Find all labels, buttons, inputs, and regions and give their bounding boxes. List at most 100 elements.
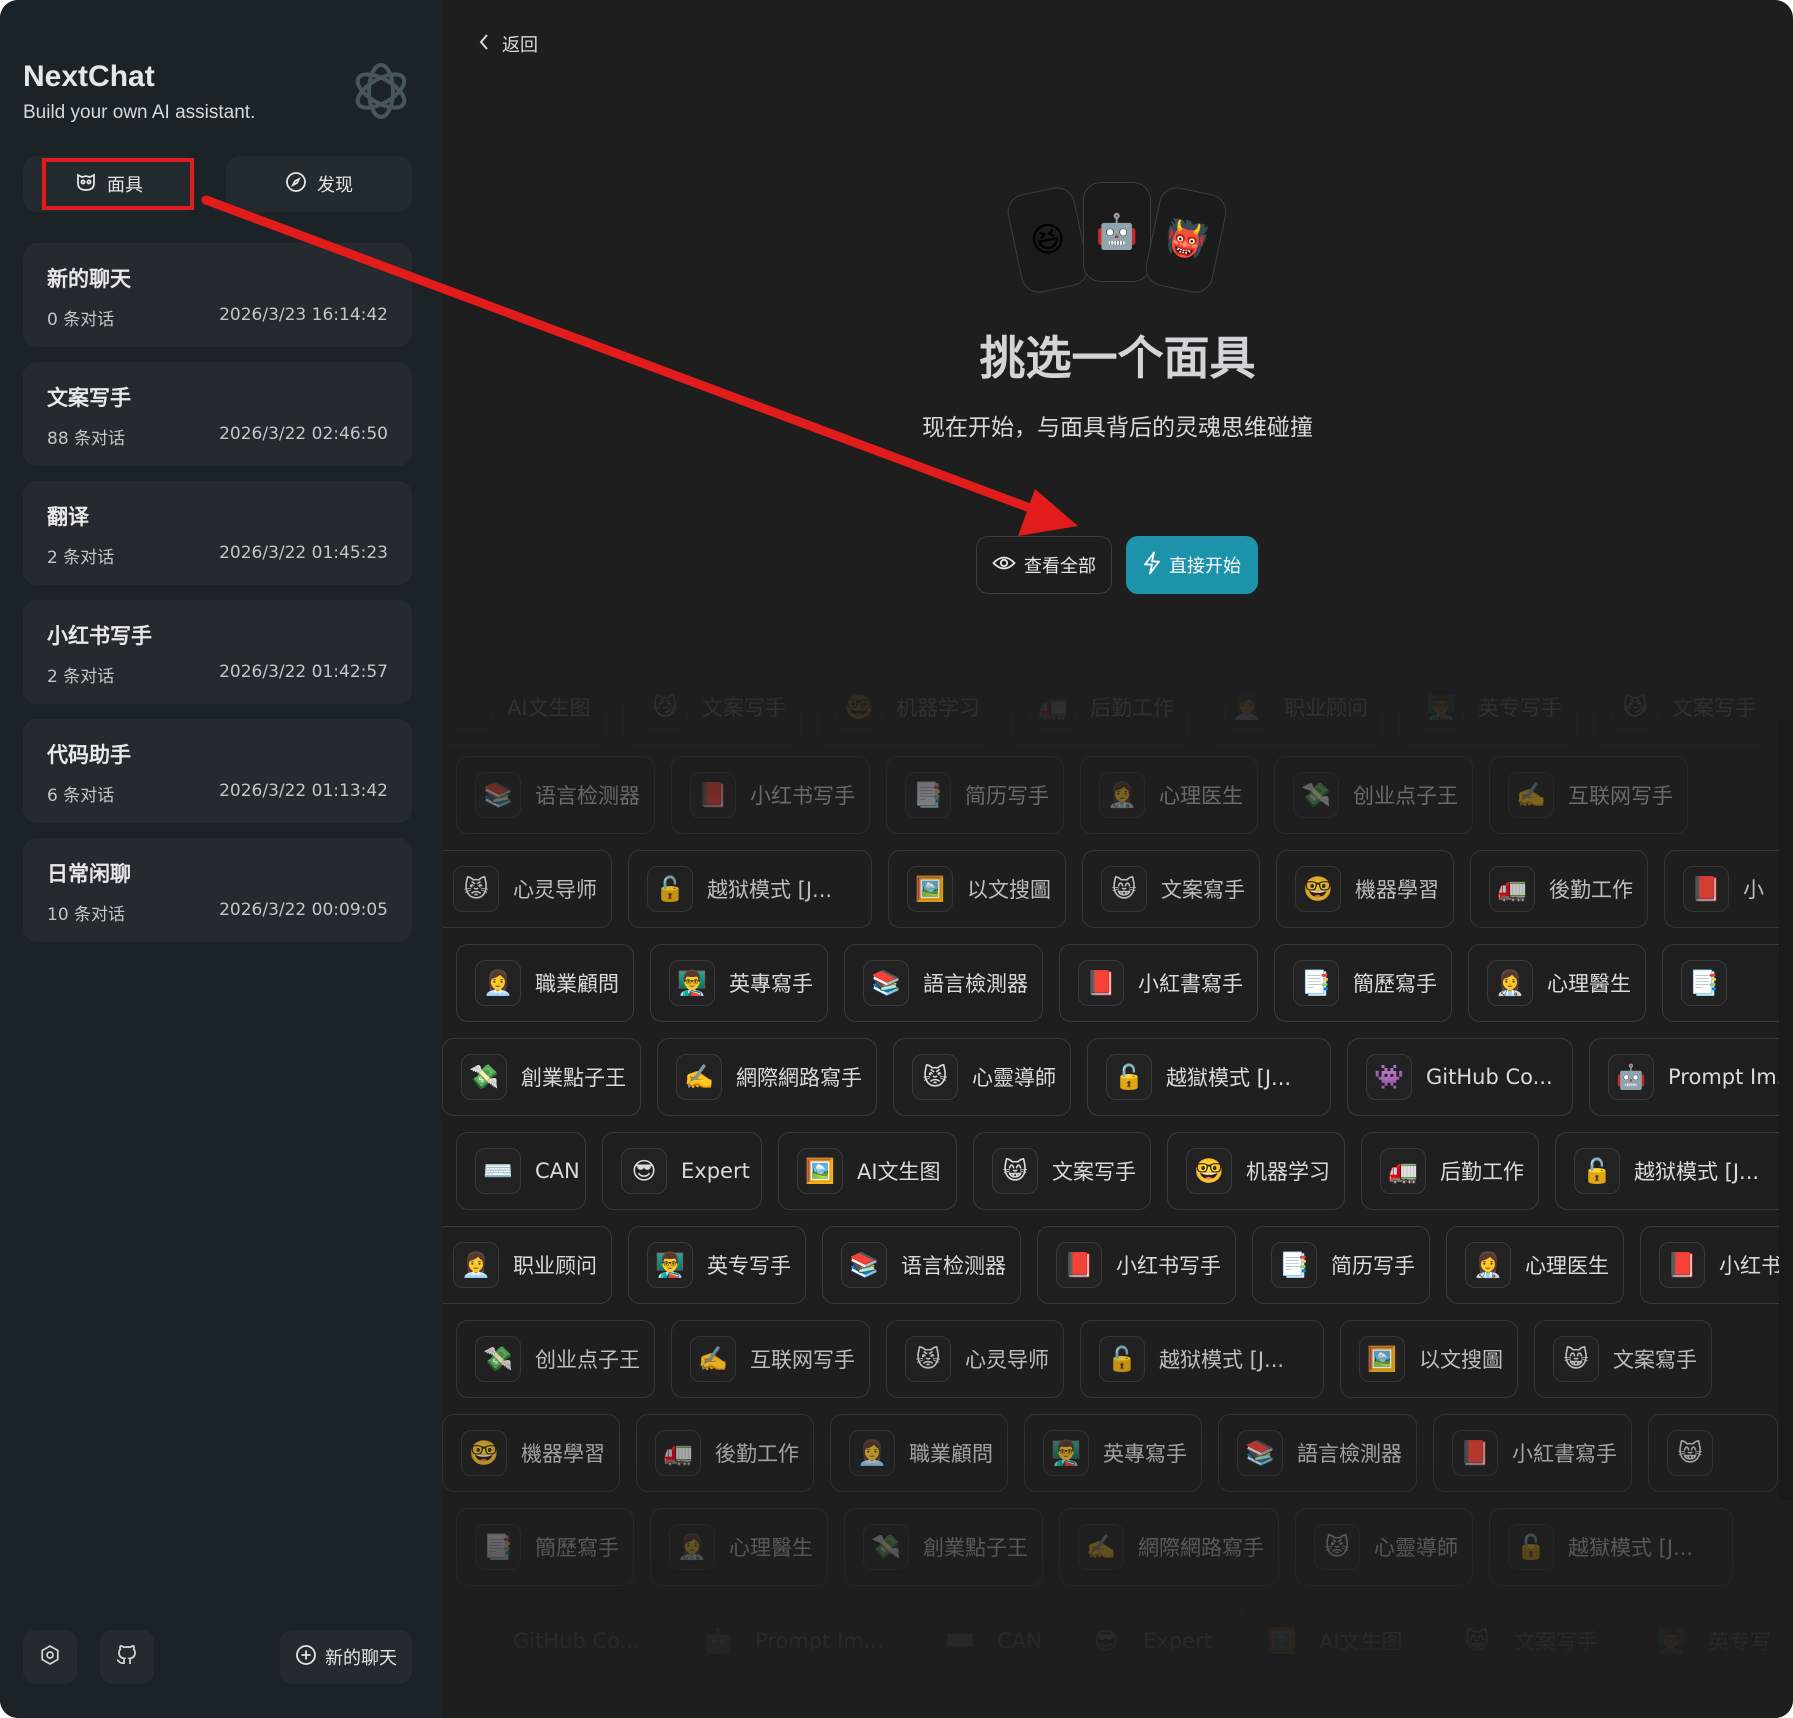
mask-card[interactable]: 🤓 机器学习 — [817, 668, 995, 746]
mask-card[interactable]: 👾 GitHub Co... — [1347, 1038, 1573, 1116]
mask-button[interactable]: 面具 — [23, 156, 195, 212]
chat-list-item[interactable]: 小红书写手 2 条对话 2026/3/22 01:42:57 — [23, 600, 412, 704]
mask-card[interactable]: 📑 簡歷寫手 — [1274, 944, 1452, 1022]
view-all-button[interactable]: 查看全部 — [976, 536, 1112, 594]
mask-card[interactable]: 😼 文案写手 — [623, 668, 801, 746]
mask-card[interactable]: 🤓 機器學習 — [442, 1414, 620, 1492]
discover-button[interactable]: 发现 — [226, 156, 412, 212]
mask-card[interactable]: 🤖 Prompt Im... — [676, 1602, 902, 1680]
mask-card[interactable]: 🖼️ AI文生图 — [778, 1132, 957, 1210]
mask-card[interactable]: 🚛 后勤工作 — [1361, 1132, 1539, 1210]
mask-card[interactable]: 😎 Expert — [602, 1132, 762, 1210]
chat-list-item[interactable]: 代码助手 6 条对话 2026/3/22 01:13:42 — [23, 719, 412, 823]
mask-card[interactable]: 🚛 後勤工作 — [1470, 850, 1648, 928]
mask-card[interactable]: 👩‍💼 职业顾问 — [442, 1226, 612, 1304]
mask-card-label: 心理醫生 — [729, 1536, 813, 1560]
mask-card[interactable]: 📕小红书写手 — [1640, 1226, 1793, 1304]
mask-emoji-icon: 🔓 — [647, 866, 693, 912]
mask-card[interactable]: 📚 语言检测器 — [456, 756, 655, 834]
mask-card[interactable]: 🔓 越獄模式 [J... — [1489, 1508, 1733, 1586]
mask-card[interactable]: 💸 创业点子王 — [1274, 756, 1473, 834]
mask-card[interactable]: 📕 小紅書寫手 — [1433, 1414, 1632, 1492]
mask-card[interactable]: 👩‍⚕️ 心理医生 — [1080, 756, 1258, 834]
mask-card[interactable]: 💸 創業點子王 — [442, 1038, 641, 1116]
mask-card[interactable]: 👩‍⚕️ 心理医生 — [1446, 1226, 1624, 1304]
mask-emoji-icon: 💸 — [461, 1054, 507, 1100]
mask-emoji-icon: 📚 — [841, 1242, 887, 1288]
mask-emoji-icon: 📕 — [1683, 866, 1729, 912]
mask-card[interactable]: 👨‍🏫 英专写 — [1629, 1602, 1786, 1680]
mask-card[interactable]: 📕 小 — [1664, 850, 1793, 928]
mask-card[interactable]: 😸 — [1648, 1414, 1778, 1492]
chat-list-item[interactable]: 新的聊天 0 条对话 2026/3/23 16:14:42 — [23, 243, 412, 347]
mask-card[interactable]: 👩‍💼 職業顧問 — [830, 1414, 1008, 1492]
mask-card[interactable]: ⌨️ CAN — [918, 1602, 1048, 1680]
mask-card[interactable]: 😸 文案写手 — [1435, 1602, 1613, 1680]
settings-button[interactable] — [23, 1630, 77, 1684]
mask-card[interactable]: 🖼️ 以文搜圖 — [1340, 1320, 1518, 1398]
mask-card-label: 英专写 — [1708, 1630, 1771, 1654]
mask-card[interactable]: 📑 簡歷寫手 — [456, 1508, 634, 1586]
mask-card[interactable]: 📑 简历写手 — [886, 756, 1064, 834]
mask-card[interactable]: 👨‍🏫 英專寫手 — [650, 944, 828, 1022]
mask-card[interactable]: 📕小红书写手 — [671, 756, 870, 834]
mask-card[interactable]: AI文生图 — [442, 668, 607, 746]
mask-card[interactable]: 📚 语言检测器 — [822, 1226, 1021, 1304]
mask-card[interactable]: 🔓 越狱模式 [J... — [628, 850, 872, 928]
mask-card[interactable]: 👩‍⚕️ 心理醫生 — [1468, 944, 1646, 1022]
back-button[interactable]: 返回 — [478, 28, 538, 60]
mask-card[interactable]: 📕 小紅書寫手 — [1059, 944, 1258, 1022]
mask-card[interactable]: 😎 Expert — [1064, 1602, 1224, 1680]
chat-list-item[interactable]: 日常闲聊 10 条对话 2026/3/22 00:09:05 — [23, 838, 412, 942]
mask-card[interactable]: 🚛 后勤工作 — [1011, 668, 1189, 746]
mask-card[interactable]: 📑 简历写手 — [1252, 1226, 1430, 1304]
mask-card[interactable]: ⌨️ CAN — [456, 1132, 586, 1210]
mask-card[interactable]: 👨‍🏫 英专写手 — [1399, 668, 1577, 746]
mask-card[interactable]: 🤓 机器学习 — [1167, 1132, 1345, 1210]
mask-card[interactable]: 😼 文案写手 — [1593, 668, 1771, 746]
mask-card[interactable]: 😾 心靈導師 — [893, 1038, 1071, 1116]
chat-list-item[interactable]: 文案写手 88 条对话 2026/3/22 02:46:50 — [23, 362, 412, 466]
mask-card[interactable]: 🔓 越獄模式 [J... — [1087, 1038, 1331, 1116]
mask-card[interactable]: 😾 心灵导师 — [442, 850, 612, 928]
mask-emoji-icon: 👩‍💼 — [849, 1430, 895, 1476]
chat-date: 2026/3/23 16:14:42 — [219, 305, 388, 325]
mask-card[interactable]: 📚 語言檢測器 — [844, 944, 1043, 1022]
mask-card[interactable]: GitHub Co... — [442, 1602, 660, 1680]
mask-card[interactable]: 😸 文案写手 — [973, 1132, 1151, 1210]
mask-card[interactable]: 📕小红书写手 — [1037, 1226, 1236, 1304]
mask-card[interactable]: ✍️ 互联网写手 — [671, 1320, 870, 1398]
mask-card[interactable]: 👩‍💼 職業顧問 — [456, 944, 634, 1022]
mask-card[interactable]: 🤖 Prompt Im... — [1589, 1038, 1793, 1116]
mask-card[interactable]: 💸 創業點子王 — [844, 1508, 1043, 1586]
mask-card[interactable]: 🔓 越狱模式 [J... — [1555, 1132, 1793, 1210]
mask-card[interactable]: 🖼️ AI文生图 — [1240, 1602, 1419, 1680]
mask-card[interactable]: ✍️ 互联网写手 — [1489, 756, 1688, 834]
mask-card[interactable]: 🔓 越狱模式 [J... — [1080, 1320, 1324, 1398]
mask-card-label: 網際網路寫手 — [736, 1066, 862, 1090]
new-chat-button[interactable]: 新的聊天 — [280, 1630, 412, 1684]
mask-emoji-icon — [453, 1618, 499, 1664]
mask-card[interactable]: ✍️ 網際網路寫手 — [657, 1038, 877, 1116]
mask-card[interactable]: 👨‍🏫 英专写手 — [628, 1226, 806, 1304]
mask-card[interactable]: 👨‍🏫 英專寫手 — [1024, 1414, 1202, 1492]
chevron-left-icon — [478, 33, 490, 56]
mask-card[interactable]: 😾 心灵导师 — [886, 1320, 1064, 1398]
mask-card[interactable]: 🖼️ 以文搜圖 — [888, 850, 1066, 928]
mask-card[interactable]: 😾 心靈導師 — [1295, 1508, 1473, 1586]
github-button[interactable] — [100, 1630, 154, 1684]
mask-emoji-icon: ⌨️ — [475, 1148, 521, 1194]
mask-card[interactable]: 📚 語言檢測器 — [1218, 1414, 1417, 1492]
start-chat-button[interactable]: 直接开始 — [1126, 536, 1258, 594]
mask-card[interactable]: 👩‍⚕️ 心理醫生 — [650, 1508, 828, 1586]
mask-card[interactable]: 👩‍💼 职业顾问 — [1205, 668, 1383, 746]
mask-card[interactable]: 😸 文案寫手 — [1534, 1320, 1712, 1398]
mask-card[interactable]: 💸 创业点子王 — [456, 1320, 655, 1398]
mask-card[interactable]: 🚛 後勤工作 — [636, 1414, 814, 1492]
scrollbar[interactable] — [1779, 720, 1793, 1500]
mask-card[interactable]: 😸 文案寫手 — [1082, 850, 1260, 928]
mask-card[interactable]: 🤓 機器學習 — [1276, 850, 1454, 928]
chat-list-item[interactable]: 翻译 2 条对话 2026/3/22 01:45:23 — [23, 481, 412, 585]
mask-card[interactable]: ✍️ 網際網路寫手 — [1059, 1508, 1279, 1586]
mask-card[interactable]: 📑 — [1662, 944, 1792, 1022]
